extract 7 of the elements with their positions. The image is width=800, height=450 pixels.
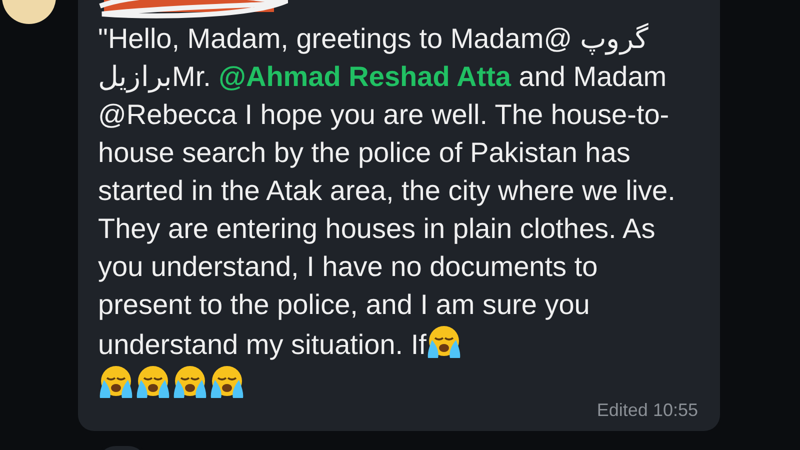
edited-timestamp: Edited 10:55	[596, 400, 698, 421]
crying-face-icon	[172, 364, 208, 400]
crying-face-icon	[98, 364, 134, 400]
crying-face-icon	[209, 364, 245, 400]
mention-link[interactable]: @Ahmad Reshad Atta	[218, 61, 511, 92]
crying-face-icon	[426, 324, 462, 360]
crying-face-icon	[135, 364, 171, 400]
